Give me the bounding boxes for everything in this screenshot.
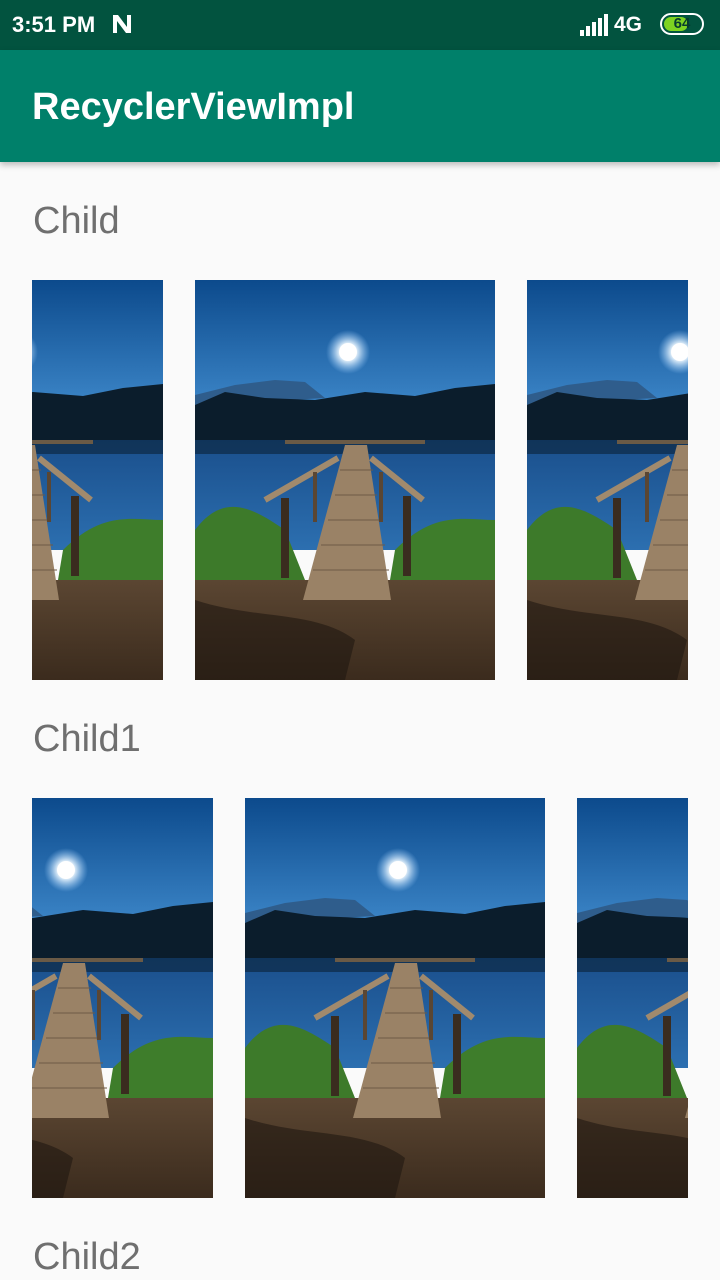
- section-title-child2: Child2: [33, 1236, 141, 1278]
- image-card[interactable]: [527, 280, 688, 680]
- image-card[interactable]: [577, 798, 688, 1198]
- status-time: 3:51 PM: [12, 12, 96, 37]
- image-card[interactable]: [32, 280, 163, 680]
- image-card[interactable]: [195, 280, 495, 680]
- section-title-child1: Child1: [33, 718, 141, 760]
- status-bar: 3:51 PM 4G 64: [0, 0, 720, 50]
- lake-dock-image: [32, 798, 213, 1198]
- app-bar: RecyclerViewImpl: [0, 50, 720, 162]
- lake-dock-image: [195, 280, 495, 680]
- network-type: 4G: [614, 13, 643, 36]
- image-card[interactable]: [245, 798, 545, 1198]
- lake-dock-image: [577, 798, 688, 1198]
- lake-dock-image: [245, 798, 545, 1198]
- battery-icon: 64: [660, 13, 704, 35]
- app-title: RecyclerViewImpl: [32, 86, 355, 128]
- battery-level: 64: [673, 15, 691, 32]
- lake-dock-image: [527, 280, 688, 680]
- image-card[interactable]: [32, 798, 213, 1198]
- section-title-child: Child: [33, 200, 120, 242]
- n-notification-icon: [113, 15, 131, 33]
- signal-icon: [580, 14, 608, 36]
- lake-dock-image: [32, 280, 163, 680]
